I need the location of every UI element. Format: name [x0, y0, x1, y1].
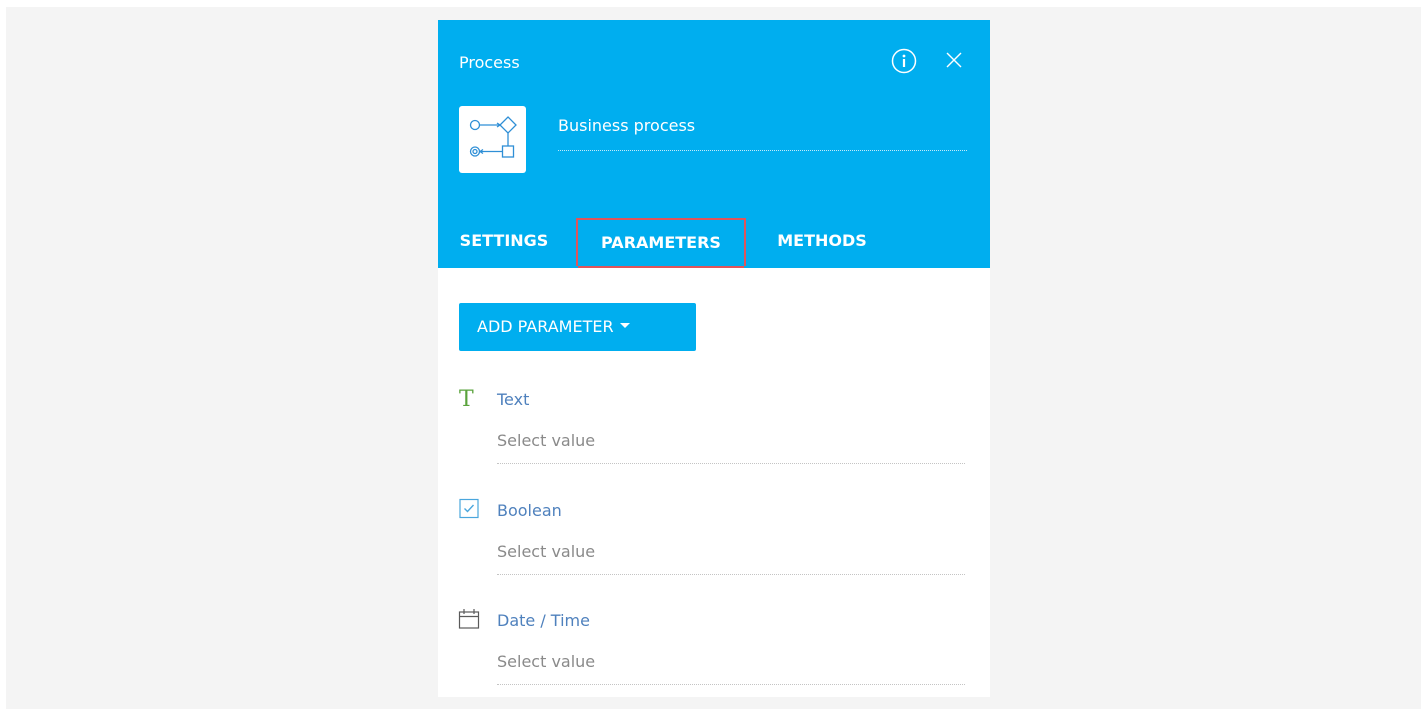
- parameter-label[interactable]: Text: [497, 390, 529, 409]
- caret-down-icon: [619, 323, 630, 328]
- checkbox-icon: [457, 497, 481, 521]
- process-panel: Process Business process SETTINGS PARAME…: [438, 20, 990, 697]
- parameter-datetime: Date / Time Select value: [438, 607, 990, 697]
- tab-parameters[interactable]: PARAMETERS: [576, 218, 746, 268]
- close-icon[interactable]: [945, 51, 963, 69]
- parameter-boolean: Boolean Select value: [438, 497, 990, 597]
- parameter-text: T Text Select value: [438, 386, 990, 486]
- panel-title: Process: [459, 53, 520, 72]
- tab-bar: SETTINGS PARAMETERS METHODS: [438, 218, 990, 268]
- tab-settings[interactable]: SETTINGS: [452, 218, 556, 266]
- panel-header: Process Business process SETTINGS PARAME…: [438, 20, 990, 268]
- text-type-icon: T: [457, 386, 481, 412]
- info-icon[interactable]: [891, 48, 917, 74]
- parameter-label[interactable]: Date / Time: [497, 611, 590, 630]
- parameter-value-input[interactable]: Select value: [497, 652, 965, 685]
- tab-methods[interactable]: METHODS: [764, 218, 880, 266]
- add-parameter-button[interactable]: ADD PARAMETER: [459, 303, 696, 351]
- add-parameter-label: ADD PARAMETER: [477, 317, 614, 336]
- business-process-icon: [459, 106, 526, 173]
- parameter-label[interactable]: Boolean: [497, 501, 562, 520]
- process-name-field[interactable]: Business process: [558, 116, 967, 151]
- calendar-icon: [457, 607, 481, 631]
- svg-text:T: T: [459, 387, 474, 410]
- parameter-value-input[interactable]: Select value: [497, 431, 965, 464]
- parameter-value-input[interactable]: Select value: [497, 542, 965, 575]
